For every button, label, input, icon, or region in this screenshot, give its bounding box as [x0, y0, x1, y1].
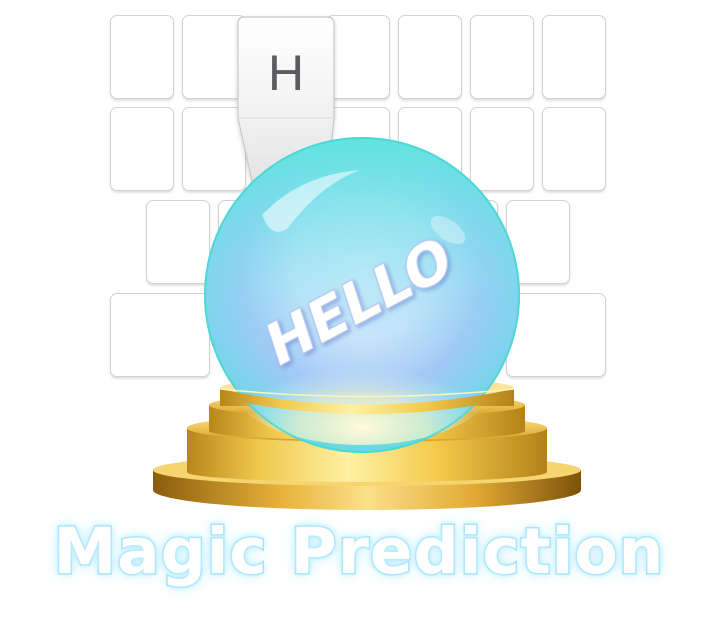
popup-key-letter: H	[268, 45, 304, 101]
title: Magic Prediction	[52, 514, 665, 590]
